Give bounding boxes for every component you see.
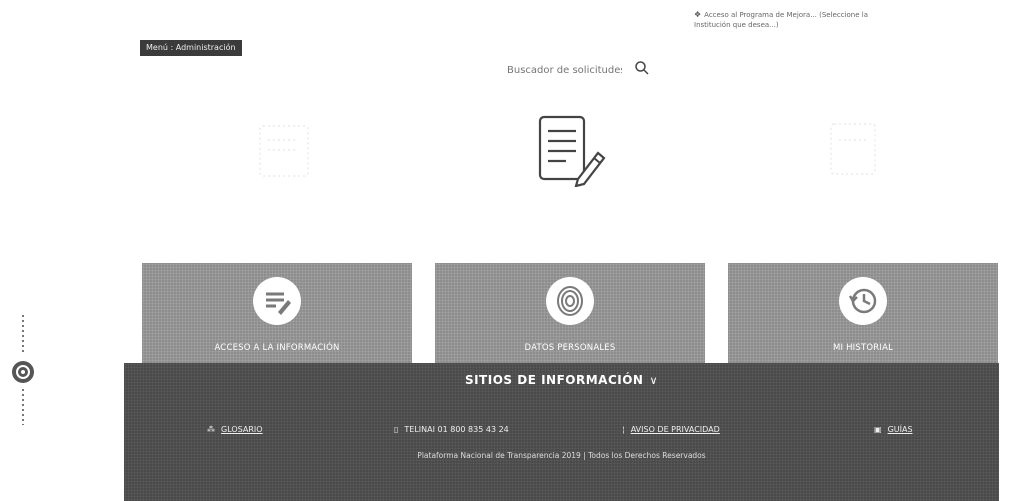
card-datos-personales[interactable]: DATOS PERSONALES [435, 263, 705, 363]
glossary-icon: ⁂ [207, 425, 215, 434]
search-bar [505, 60, 650, 80]
cards-row: ACCESO A LA INFORMACIÓN DATOS PERSONALES… [142, 263, 999, 363]
faded-document-icon [259, 125, 309, 177]
top-note-text: Acceso al Programa de Mejora... (Selecci… [694, 11, 868, 29]
menu-administracion[interactable]: Menú : Administración [140, 40, 242, 56]
guide-icon: ▣ [874, 425, 882, 434]
info-icon: ❖ [694, 10, 702, 19]
card-acceso-informacion[interactable]: ACCESO A LA INFORMACIÓN [142, 263, 412, 363]
accessibility-widget[interactable] [8, 315, 40, 425]
footer-links: ⁂ GLOSARIO ▯ TELINAI 01 800 835 43 24 ¦ AVI… [124, 425, 999, 439]
top-note: ❖ Acceso al Programa de Mejora... (Selecc… [694, 10, 884, 30]
card-label: ACCESO A LA INFORMACIÓN [214, 343, 340, 353]
sitios-toggle[interactable]: SITIOS DE INFORMACIÓN ∨ [124, 373, 999, 387]
divider [22, 389, 24, 425]
privacy-icon: ¦ [622, 425, 625, 434]
aviso-privacidad-link[interactable]: ¦ AVISO DE PRIVACIDAD [622, 425, 720, 434]
document-pen-icon [253, 277, 301, 325]
card-mi-historial[interactable]: MI HISTORIAL [728, 263, 998, 363]
document-edit-icon [538, 115, 606, 187]
fingerprint-icon [546, 277, 594, 325]
footer: SITIOS DE INFORMACIÓN ∨ ⁂ GLOSARIO ▯ TELINA… [124, 363, 999, 501]
search-icon[interactable] [634, 60, 650, 80]
card-label: MI HISTORIAL [832, 343, 894, 353]
faded-history-icon [830, 123, 876, 175]
copyright: Plataforma Nacional de Transparencia 201… [417, 451, 706, 460]
divider [22, 315, 24, 355]
history-clock-icon [839, 277, 887, 325]
chevron-down-icon: ∨ [649, 374, 659, 387]
guias-link[interactable]: ▣ GUÍAS [874, 425, 913, 434]
card-label: DATOS PERSONALES [524, 343, 616, 353]
sitios-label: SITIOS DE INFORMACIÓN [464, 373, 644, 387]
search-input[interactable] [505, 63, 624, 77]
phone-icon: ▯ [394, 425, 399, 434]
accessibility-icon[interactable] [10, 359, 36, 385]
telinai-link[interactable]: ▯ TELINAI 01 800 835 43 24 [394, 425, 509, 434]
glosario-link[interactable]: ⁂ GLOSARIO [207, 425, 263, 434]
